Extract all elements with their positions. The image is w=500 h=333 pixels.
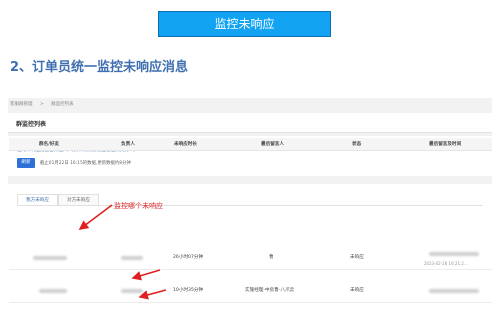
annotation-arrows (78, 204, 167, 300)
arrow-to-duration (131, 269, 161, 281)
arrow-to-tab (78, 204, 113, 230)
arrow-to-duration (138, 289, 167, 300)
